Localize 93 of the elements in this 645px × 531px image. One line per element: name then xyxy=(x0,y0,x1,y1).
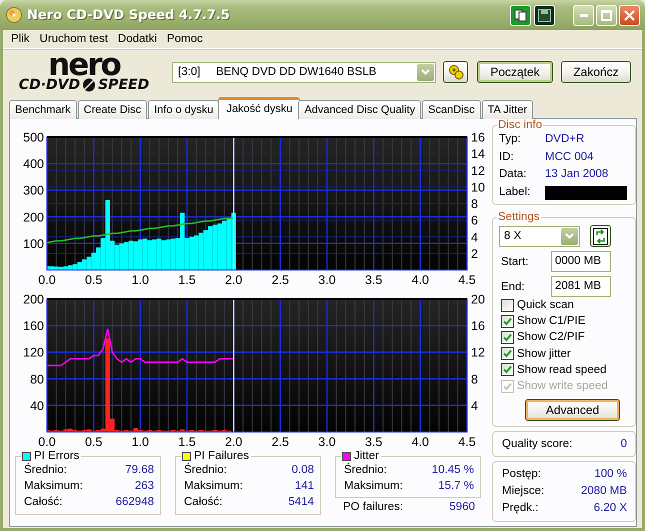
axis-label: 4.0 xyxy=(412,273,430,287)
axis-label: 0.0 xyxy=(38,435,56,449)
stat-label: Maksimum: xyxy=(24,479,83,494)
field-label: End: xyxy=(501,280,526,292)
stat-value: 10.45 % xyxy=(432,463,474,478)
stat-label: Całość: xyxy=(184,495,222,510)
checkbox-label: Show jitter xyxy=(517,348,571,360)
group-title: PI Errors xyxy=(34,450,80,462)
axis-label: 4.5 xyxy=(458,273,476,287)
axis-label: 12 xyxy=(471,164,485,178)
axis-label: 0.5 xyxy=(84,435,102,449)
group-title: Disc info xyxy=(497,119,544,131)
axis-label: 1.0 xyxy=(132,273,150,287)
logo-text: nero xyxy=(48,52,120,76)
group-title: Jitter xyxy=(354,450,379,462)
progress-value: 2080 MB xyxy=(580,484,627,500)
stat-value: 0.08 xyxy=(292,463,314,478)
checkbox-label: Show C1/PIE xyxy=(517,315,586,328)
stat-label: Całość: xyxy=(24,495,62,510)
axis-label: 2.5 xyxy=(272,435,290,449)
axis-label: 200 xyxy=(23,292,44,306)
axis-label: 12 xyxy=(471,346,485,360)
info-value: MCC 004 xyxy=(545,150,594,164)
info-value: 13 Jan 2008 xyxy=(545,167,608,182)
axis-label: 0.5 xyxy=(84,273,102,287)
axis-label: 3.0 xyxy=(318,273,336,287)
axis-label: 2 xyxy=(471,246,478,261)
axis-label: 80 xyxy=(30,372,44,386)
axis-label: 200 xyxy=(23,210,44,224)
axis-label: 3.5 xyxy=(364,435,382,449)
axis-label: 500 xyxy=(23,130,44,144)
axis-label: 1.0 xyxy=(132,435,150,449)
stat-label: Maksimum: xyxy=(344,479,403,494)
group-title: PI Failures xyxy=(194,450,249,462)
progress-label: Prędk.: xyxy=(502,501,538,516)
axis-label: 2.5 xyxy=(272,273,290,287)
checkbox-label: Show write speed xyxy=(517,380,608,392)
group-title: Settings xyxy=(497,211,541,223)
axis-label: 16 xyxy=(471,130,485,144)
axis-label: 10 xyxy=(471,180,485,194)
axis-label: 14 xyxy=(471,147,485,162)
stat-value: 79.68 xyxy=(125,463,154,478)
stat-value: 141 xyxy=(294,479,314,494)
stat-value: 15.7 % xyxy=(438,479,474,494)
axis-label: 3.5 xyxy=(364,273,382,287)
window-title: Nero CD-DVD Speed 4.7.7.5 xyxy=(27,8,230,22)
axis-label: 8 xyxy=(471,197,478,211)
stat-label: Średnio: xyxy=(344,462,387,478)
stat-value: 5960 xyxy=(449,500,475,515)
axis-label: 8 xyxy=(471,372,478,386)
axis-label: 4.0 xyxy=(412,435,430,449)
stat-label: PO failures: xyxy=(343,500,404,515)
quality-value: 0 xyxy=(620,438,627,450)
axis-label: 6 xyxy=(471,214,478,228)
stat-value: 5414 xyxy=(288,495,314,510)
progress-value: 100 % xyxy=(594,467,627,482)
progress-value: 6.20 X xyxy=(594,501,627,516)
axis-label: 2.0 xyxy=(224,435,242,449)
checkbox-label: Quick scan xyxy=(517,299,574,312)
progress-label: Miejsce: xyxy=(502,484,544,500)
logo-text: CD·DVD xyxy=(18,76,80,94)
logo-text: SPEED xyxy=(98,76,150,94)
info-value: DVD+R xyxy=(545,132,584,147)
stat-label: Średnio: xyxy=(184,462,227,478)
progress-label: Postęp: xyxy=(502,467,541,482)
checkbox-label: Show C2/PIF xyxy=(517,331,585,344)
axis-label: 160 xyxy=(23,319,44,334)
info-label: Typ: xyxy=(499,132,522,147)
axis-label: 100 xyxy=(23,236,44,251)
axis-label: 4 xyxy=(471,230,478,244)
field-label: Start: xyxy=(501,256,530,268)
info-label: Label: xyxy=(499,184,532,200)
axis-label: 400 xyxy=(23,157,44,172)
axis-label: 4.5 xyxy=(458,435,476,449)
axis-label: 2.0 xyxy=(224,273,242,287)
axis-label: 40 xyxy=(30,398,44,413)
axis-label: 120 xyxy=(23,346,44,360)
axis-label: 3.0 xyxy=(318,435,336,449)
stat-value: 662948 xyxy=(116,495,154,510)
quality-label: Quality score: xyxy=(502,438,572,450)
info-label: Data: xyxy=(499,167,528,182)
axis-label: 20 xyxy=(471,292,485,306)
axis-label: 300 xyxy=(23,184,44,198)
axis-label: 4 xyxy=(471,398,478,413)
stat-label: Średnio: xyxy=(24,462,67,478)
axis-label: 0.0 xyxy=(38,273,56,287)
axis-label: 16 xyxy=(471,319,485,334)
stat-value: 263 xyxy=(134,479,154,494)
stat-label: Maksimum: xyxy=(184,479,243,494)
axis-label: 1.5 xyxy=(178,273,196,287)
info-label: ID: xyxy=(499,150,515,164)
checkbox-label: Show read speed xyxy=(517,364,607,376)
axis-label: 1.5 xyxy=(178,435,196,449)
